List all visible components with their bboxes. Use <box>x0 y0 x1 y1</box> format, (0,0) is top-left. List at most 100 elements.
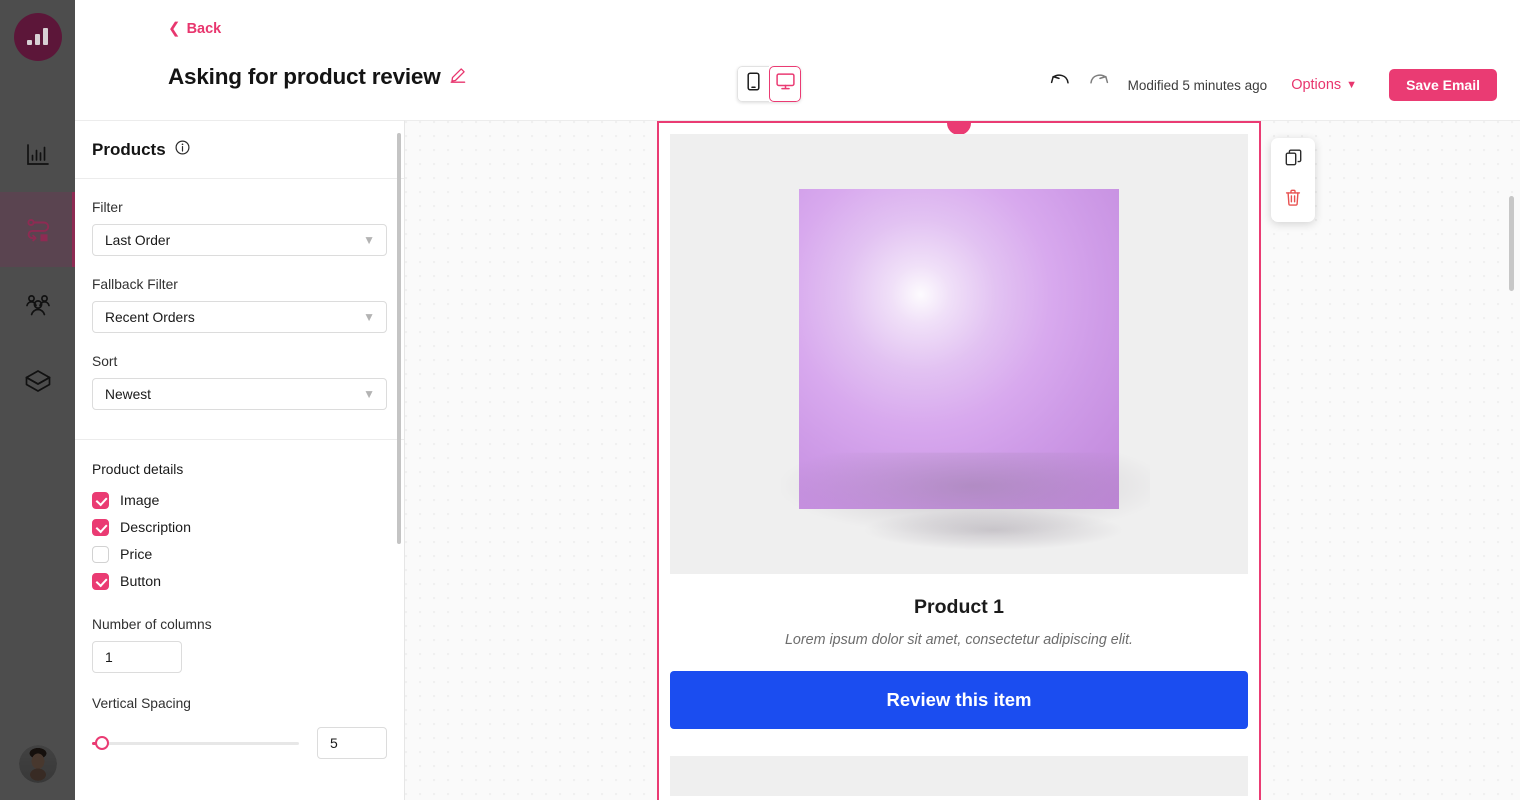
field-number-of-columns: Number of columns 1 <box>92 617 387 673</box>
email-content: Product 1 Lorem ipsum dolor sit amet, co… <box>659 123 1259 796</box>
box-package-icon <box>24 367 52 393</box>
vertical-spacing-slider[interactable] <box>92 736 299 750</box>
slider-thumb[interactable] <box>95 736 109 750</box>
email-block-products[interactable]: Product 1 Lorem ipsum dolor sit amet, co… <box>657 121 1261 800</box>
device-preview-toggle <box>737 66 801 102</box>
settings-panel: Products Filter Last Order ▼ Fallback Fi… <box>75 120 405 800</box>
chevron-left-icon: ❮ <box>168 20 181 37</box>
field-filter: Filter Last Order ▼ <box>92 179 387 256</box>
desktop-preview-button[interactable] <box>769 66 801 102</box>
save-email-button[interactable]: Save Email <box>1389 69 1497 101</box>
undo-arrow-icon <box>1050 73 1071 97</box>
people-icon <box>24 292 52 318</box>
panel-title: Products <box>92 139 166 159</box>
sort-value: Newest <box>105 386 152 402</box>
product-title[interactable]: Product 1 <box>670 596 1248 619</box>
redo-button[interactable] <box>1080 68 1118 102</box>
redo-arrow-icon <box>1088 73 1109 97</box>
panel-divider <box>75 439 404 440</box>
chevron-down-icon: ▼ <box>363 310 375 324</box>
checkbox-row-description[interactable]: Description <box>92 514 387 541</box>
analytics-logo[interactable] <box>13 13 62 61</box>
pencil-edit-icon[interactable] <box>450 67 466 88</box>
mobile-device-icon <box>747 72 760 96</box>
left-icon-rail <box>0 0 75 800</box>
sort-label: Sort <box>92 354 118 369</box>
product-description[interactable]: Lorem ipsum dolor sit amet, consectetur … <box>670 632 1248 648</box>
checkbox-label-image: Image <box>120 492 160 509</box>
app-root: ❮ Back Asking for product review Modifie… <box>0 0 1520 800</box>
block-floating-toolbar <box>1271 138 1315 222</box>
sidebar-item-automations[interactable] <box>0 192 75 267</box>
chevron-down-icon: ▼ <box>1346 79 1358 91</box>
fallback-filter-value: Recent Orders <box>105 309 195 325</box>
toolbar-actions: Modified 5 minutes ago Options ▼ Save Em… <box>1042 68 1497 102</box>
sidebar-item-analytics[interactable] <box>0 117 75 192</box>
back-button[interactable]: ❮ Back <box>168 21 221 37</box>
back-label: Back <box>186 21 222 37</box>
columns-label: Number of columns <box>92 617 212 632</box>
panel-scrollbar[interactable] <box>397 133 401 544</box>
slider-track <box>92 741 299 745</box>
checkbox-label-description: Description <box>120 519 191 536</box>
options-label: Options <box>1291 77 1342 93</box>
panel-body: Filter Last Order ▼ Fallback Filter Rece… <box>75 179 404 759</box>
fallback-filter-select[interactable]: Recent Orders ▼ <box>92 301 387 333</box>
checkbox-button[interactable] <box>92 573 109 590</box>
desktop-device-icon <box>775 73 795 95</box>
sidebar-item-audience[interactable] <box>0 267 75 342</box>
checkbox-row-button[interactable]: Button <box>92 568 387 595</box>
product-cta-button[interactable]: Review this item <box>670 671 1248 729</box>
columns-input[interactable]: 1 <box>92 641 182 673</box>
logo-bar-1 <box>27 40 32 45</box>
field-sort: Sort Newest ▼ <box>92 333 387 410</box>
product-image[interactable] <box>670 134 1248 574</box>
checkbox-description[interactable] <box>92 519 109 536</box>
vertical-spacing-label: Vertical Spacing <box>92 696 191 711</box>
flow-automation-icon <box>24 217 52 243</box>
page-title: Asking for product review <box>168 64 441 89</box>
chevron-down-icon: ▼ <box>363 233 375 247</box>
mobile-preview-button[interactable] <box>737 66 769 102</box>
fallback-filter-label: Fallback Filter <box>92 277 178 292</box>
checkbox-price[interactable] <box>92 546 109 563</box>
field-fallback-filter: Fallback Filter Recent Orders ▼ <box>92 256 387 333</box>
delete-block-button[interactable] <box>1278 186 1308 214</box>
vertical-spacing-row: 5 <box>92 727 387 759</box>
field-vertical-spacing: Vertical Spacing 5 <box>92 696 387 759</box>
duplicate-block-button[interactable] <box>1278 146 1308 174</box>
options-menu-button[interactable]: Options ▼ <box>1291 77 1357 93</box>
product-details-title: Product details <box>92 462 184 477</box>
filter-label: Filter <box>92 200 123 215</box>
canvas-scrollbar[interactable] <box>1509 196 1514 291</box>
logo-bar-2 <box>35 34 40 45</box>
rail-item-list <box>0 117 75 417</box>
top-toolbar: ❮ Back Asking for product review Modifie… <box>75 0 1520 120</box>
chevron-down-icon: ▼ <box>363 387 375 401</box>
sidebar-item-products[interactable] <box>0 342 75 417</box>
vertical-spacing-input[interactable]: 5 <box>317 727 387 759</box>
info-circle-icon[interactable] <box>175 139 190 160</box>
trash-delete-icon <box>1285 189 1301 211</box>
filter-value: Last Order <box>105 232 171 248</box>
checkbox-label-button: Button <box>120 573 162 590</box>
checkbox-row-price[interactable]: Price <box>92 541 387 568</box>
email-canvas: Product 1 Lorem ipsum dolor sit amet, co… <box>405 120 1520 800</box>
bar-chart-icon <box>25 142 51 168</box>
modified-timestamp: Modified 5 minutes ago <box>1127 77 1268 93</box>
page-title-row: Asking for product review <box>168 64 466 90</box>
avatar-photo <box>19 745 57 783</box>
checkbox-image[interactable] <box>92 492 109 509</box>
purple-sphere-product-photo <box>780 189 1150 536</box>
main-area: ❮ Back Asking for product review Modifie… <box>75 0 1520 800</box>
duplicate-copy-icon <box>1285 149 1302 171</box>
sort-select[interactable]: Newest ▼ <box>92 378 387 410</box>
logo-bar-3 <box>43 28 48 45</box>
checkbox-label-price: Price <box>120 546 153 563</box>
avatar[interactable] <box>19 745 57 783</box>
undo-button[interactable] <box>1042 68 1080 102</box>
product-image-next[interactable] <box>670 756 1248 796</box>
filter-select[interactable]: Last Order ▼ <box>92 224 387 256</box>
editor-body: Products Filter Last Order ▼ Fallback Fi… <box>75 120 1520 800</box>
checkbox-row-image[interactable]: Image <box>92 487 387 514</box>
